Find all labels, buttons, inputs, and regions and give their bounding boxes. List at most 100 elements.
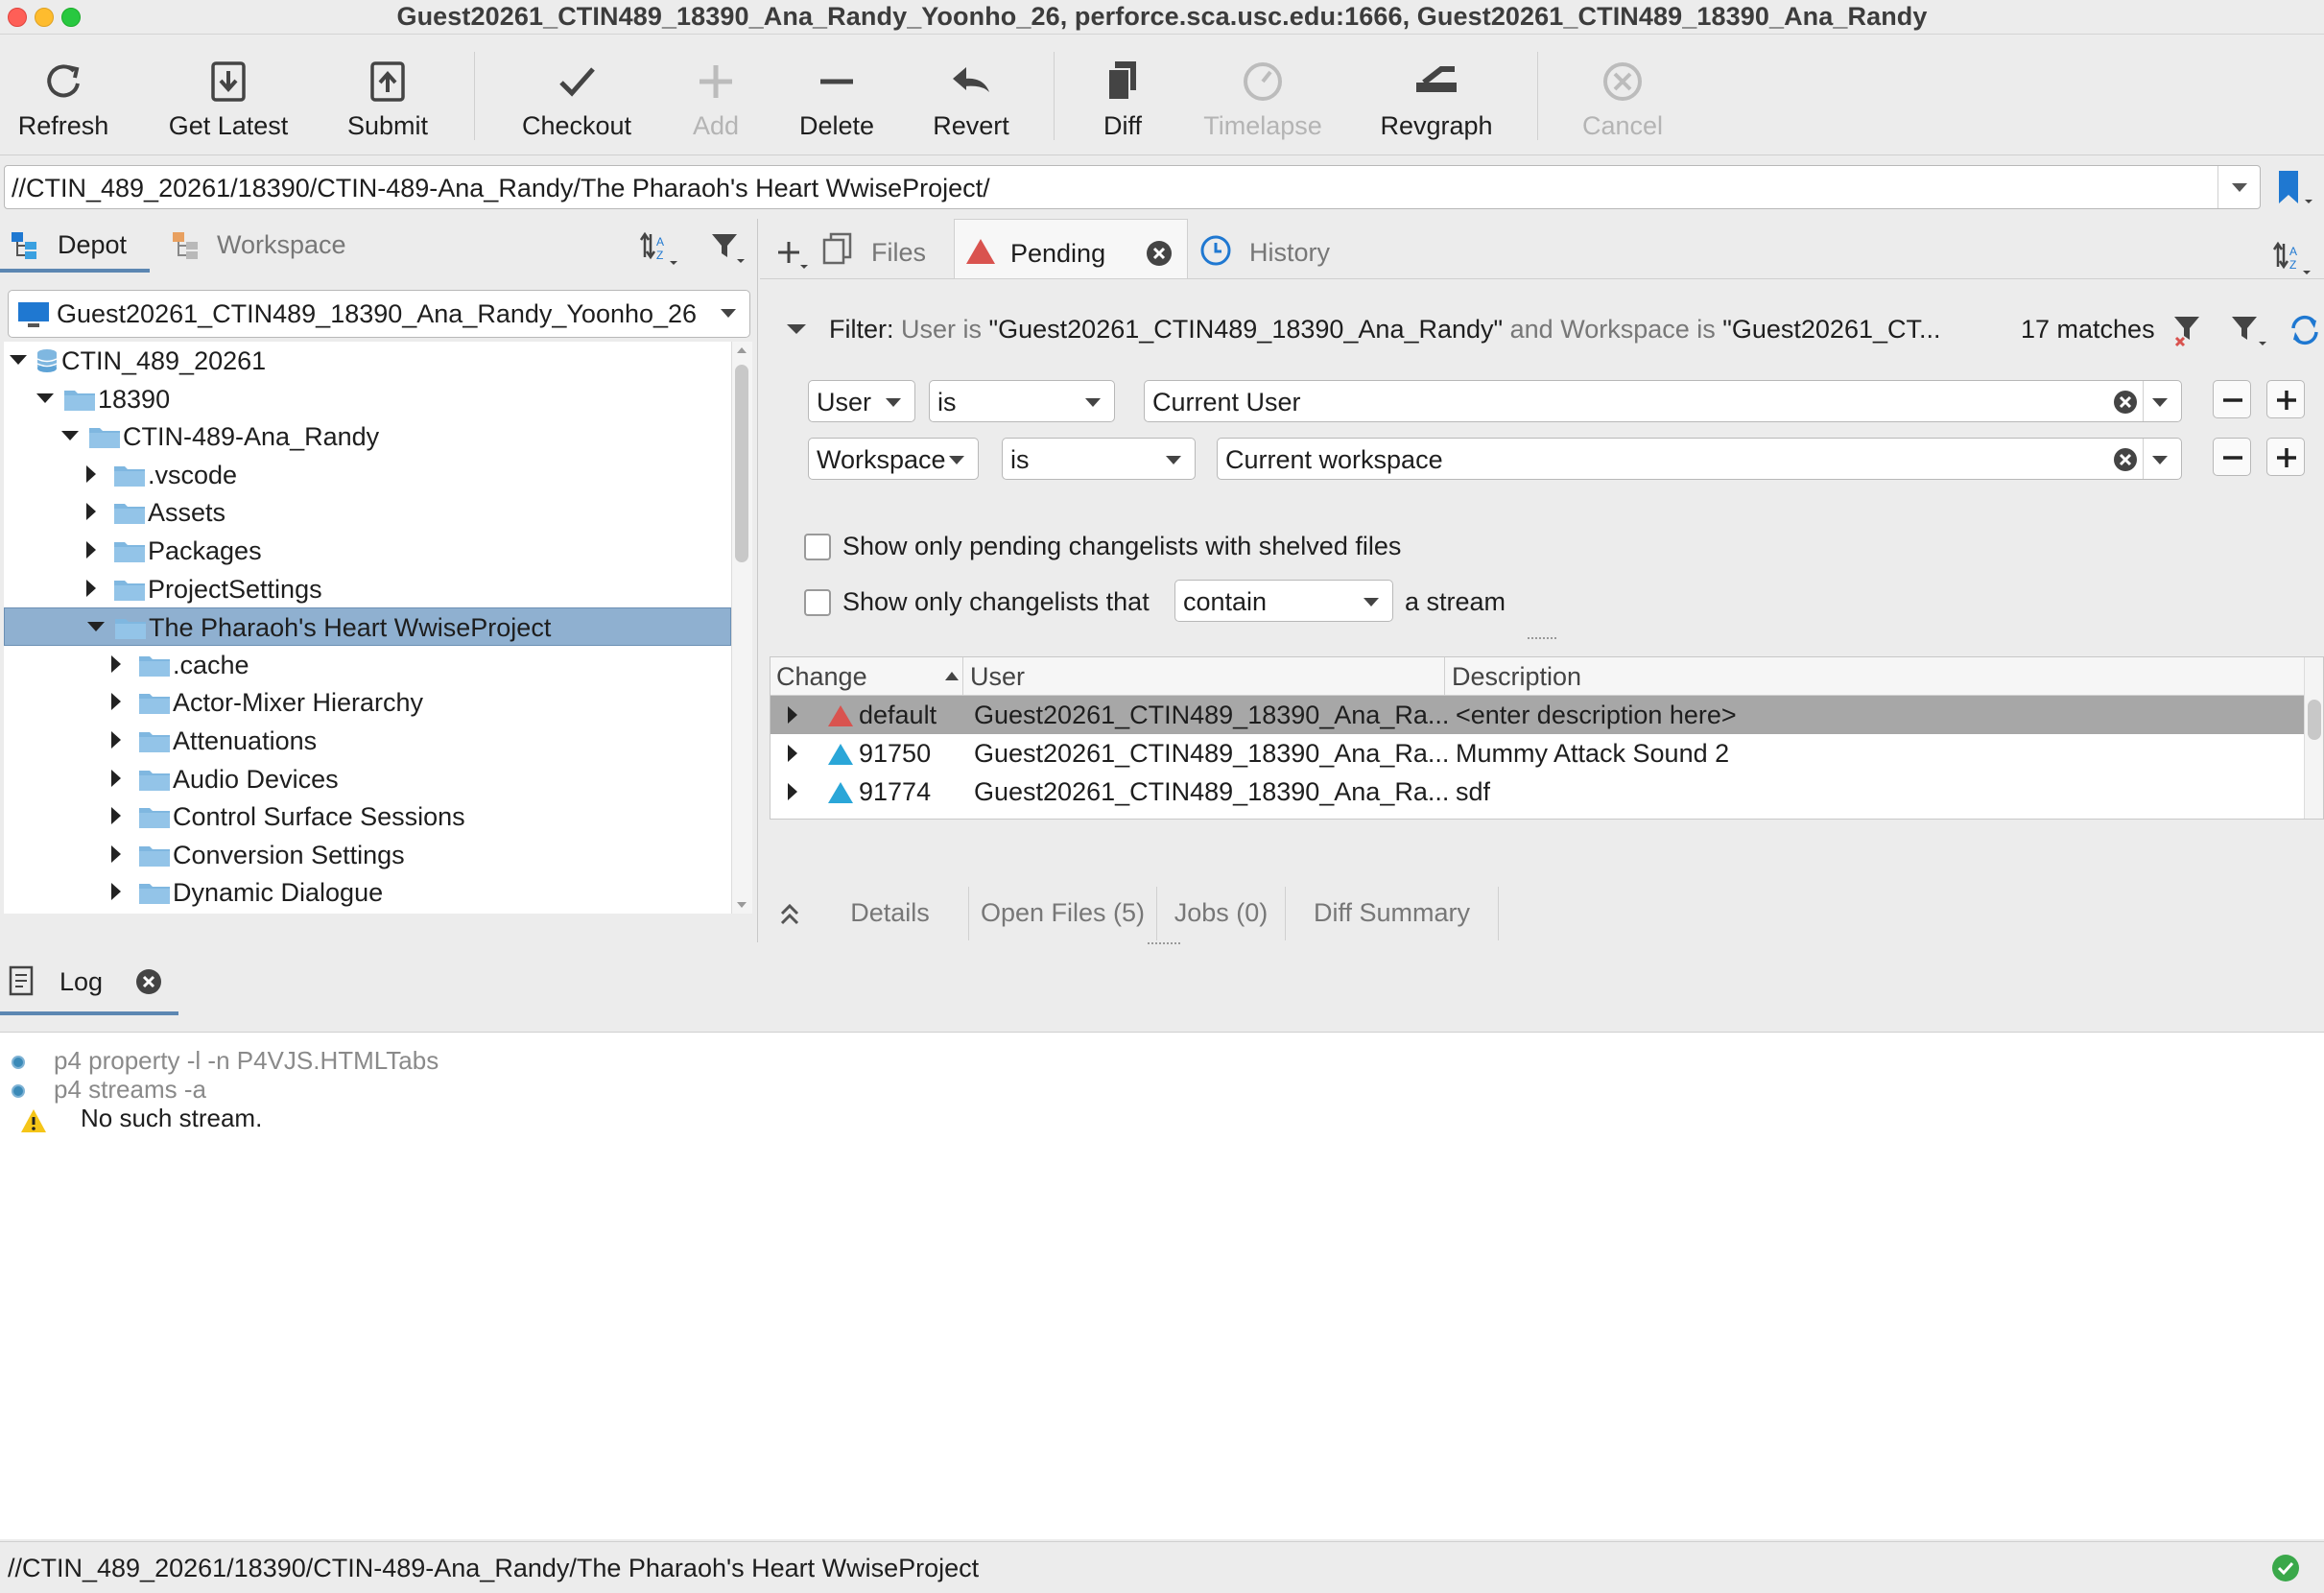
tree-item[interactable]: Actor-Mixer Hierarchy [4,683,731,722]
tree-item[interactable]: The Pharaoh's Heart WwiseProject [4,607,731,646]
table-row[interactable]: default Guest20261_CTIN489_18390_Ana_Ra..… [771,696,2306,734]
tab-history[interactable]: History [1192,219,1366,278]
tab-diff-summary[interactable]: Diff Summary [1286,887,1499,940]
tree-item[interactable]: CTIN-489-Ana_Randy [4,417,731,456]
shelved-only-checkbox[interactable] [804,534,831,560]
tab-files[interactable]: Files [818,219,948,278]
log-output[interactable]: p4 property -l -n P4VJS.HTMLTabs p4 stre… [0,1033,2324,1539]
revgraph-button[interactable]: Revgraph [1359,35,1514,150]
tree-item[interactable]: Dynamic Dialogue [4,873,731,912]
column-separator[interactable] [962,657,963,696]
submit-button[interactable]: Submit [328,35,447,150]
filter-field-select[interactable]: Workspace [808,438,979,480]
path-history-dropdown[interactable] [2217,166,2260,208]
expanded-arrow-icon[interactable] [10,355,27,365]
sort-button[interactable]: A Z [2270,238,2312,276]
add-filter-row-button[interactable] [2266,438,2305,476]
remove-filter-row-button[interactable] [2213,438,2251,476]
tree-item[interactable]: .vscode [4,456,731,494]
collapsed-arrow-icon[interactable] [86,580,96,597]
add-filter-row-button[interactable] [2266,380,2305,418]
collapsed-arrow-icon[interactable] [111,770,121,787]
collapsed-arrow-icon[interactable] [111,807,121,824]
workspace-select[interactable]: Guest20261_CTIN489_18390_Ana_Randy_Yoonh… [8,290,750,338]
sort-button[interactable]: A Z [637,228,679,267]
tree-item[interactable]: Control Surface Sessions [4,797,731,836]
filter-collapse-toggle[interactable] [785,319,808,342]
collapsed-arrow-icon[interactable] [111,693,121,710]
refresh-button[interactable]: Refresh [0,35,127,150]
chevron-down-icon[interactable] [2152,398,2168,407]
filter-operator-select[interactable]: is [929,380,1115,422]
tab-log[interactable]: Log [0,944,178,1015]
revert-button[interactable]: Revert [917,35,1025,150]
filter-value-field[interactable]: Current workspace [1217,438,2182,480]
tree-item[interactable]: CTIN_489_20261 [4,342,731,380]
collapsed-arrow-icon[interactable] [788,783,797,800]
column-header-user[interactable]: User [970,662,1025,692]
tree-item[interactable]: ProjectSettings [4,570,731,608]
table-row[interactable]: 91774 Guest20261_CTIN489_18390_Ana_Ra... s… [771,773,2306,811]
tree-item[interactable]: .cache [4,646,731,684]
changelist-table[interactable]: Change User Description default Guest2026… [770,656,2324,820]
collapsed-arrow-icon[interactable] [788,706,797,724]
delete-button[interactable]: Delete [787,35,887,150]
tree-item[interactable]: Audio Devices [4,760,731,798]
new-tab-button[interactable] [775,234,814,273]
tree-vertical-scrollbar[interactable] [731,342,752,914]
table-row[interactable]: 91750 Guest20261_CTIN489_18390_Ana_Ra... M… [771,734,2306,773]
expanded-arrow-icon[interactable] [36,393,54,403]
cancel-button[interactable]: Cancel [1568,35,1677,150]
collapsed-arrow-icon[interactable] [86,541,96,559]
stream-only-checkbox[interactable] [804,589,831,616]
collapsed-arrow-icon[interactable] [86,465,96,483]
filter-options-button[interactable] [2228,311,2270,349]
filter-field-select[interactable]: User [808,380,915,422]
add-button[interactable]: Add [672,35,760,150]
tree-vertical-thumb[interactable] [735,365,748,562]
expand-details-button[interactable] [775,900,804,929]
tree-item[interactable]: 18390 [4,380,731,418]
scroll-down-arrow[interactable] [734,896,749,914]
expanded-arrow-icon[interactable] [87,622,105,631]
tab-pending[interactable]: Pending [954,219,1188,278]
tree-item[interactable]: Assets [4,493,731,532]
collapsed-arrow-icon[interactable] [788,745,797,762]
expanded-arrow-icon[interactable] [61,431,79,440]
stream-operator-select[interactable]: contain [1174,580,1393,622]
tab-open-files[interactable]: Open Files (5) [969,887,1157,940]
tab-depot[interactable]: Depot [0,219,150,273]
tab-workspace[interactable]: Workspace [161,219,365,273]
column-header-change[interactable]: Change [776,662,867,692]
filter-operator-select[interactable]: is [1002,438,1196,480]
chevron-down-icon[interactable] [2152,456,2168,464]
column-header-description[interactable]: Description [1452,662,1581,692]
tree-item[interactable]: Conversion Settings [4,836,731,874]
table-vertical-thumb[interactable] [2308,700,2321,740]
collapsed-arrow-icon[interactable] [86,503,96,520]
clear-field-icon[interactable] [2112,389,2139,416]
refresh-filter-button[interactable] [2286,311,2324,349]
depot-path-field[interactable]: //CTIN_489_20261/18390/CTIN-489-Ana_Rand… [4,165,2261,209]
tree-item[interactable]: Packages [4,532,731,570]
diff-button[interactable]: Diff [1075,35,1171,150]
close-tab-icon[interactable] [134,967,163,996]
collapsed-arrow-icon[interactable] [111,845,121,863]
filter-button[interactable] [706,228,748,267]
scroll-up-arrow[interactable] [734,342,749,359]
collapsed-arrow-icon[interactable] [111,731,121,749]
clear-field-icon[interactable] [2112,446,2139,473]
get-latest-button[interactable]: Get Latest [150,35,307,150]
tab-details[interactable]: Details [812,887,969,940]
splitter-grip[interactable] [1528,637,1556,641]
tree-item[interactable]: Attenuations [4,722,731,760]
clear-filter-button[interactable] [2170,311,2209,349]
remove-filter-row-button[interactable] [2213,380,2251,418]
filter-value-field[interactable]: Current User [1144,380,2182,422]
depot-tree[interactable]: CTIN_489_20261 18390 CTIN-489-Ana_Randy .vs… [4,342,731,914]
collapsed-arrow-icon[interactable] [111,655,121,673]
checkout-button[interactable]: Checkout [509,35,645,150]
close-tab-icon[interactable] [1145,239,1174,268]
tab-jobs[interactable]: Jobs (0) [1157,887,1286,940]
timelapse-button[interactable]: Timelapse [1194,35,1332,150]
